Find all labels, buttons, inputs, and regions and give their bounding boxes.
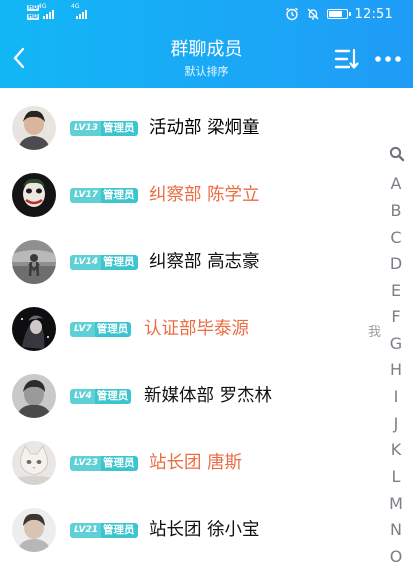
index-letter-m[interactable]: M xyxy=(384,494,408,514)
status-right: 12:51 xyxy=(285,6,393,22)
hd-tag-2: HD xyxy=(27,13,40,20)
member-name: 站长团 徐小宝 xyxy=(149,520,260,540)
role-tag: 管理员 xyxy=(94,322,132,337)
index-letter-n[interactable]: N xyxy=(384,520,408,540)
admin-badge: LV17 管理员 xyxy=(70,188,138,203)
avatar xyxy=(12,173,56,217)
index-letter-b[interactable]: B xyxy=(384,201,408,221)
more-dots-icon xyxy=(375,56,401,62)
list-item[interactable]: LV13 管理员 活动部 梁炯童 xyxy=(0,96,380,160)
list-item[interactable]: LV21 管理员 站长团 徐小宝 xyxy=(0,498,380,562)
role-tag: 管理员 xyxy=(101,188,138,203)
search-icon[interactable] xyxy=(389,146,405,162)
admin-badge: LV14 管理员 xyxy=(70,255,138,270)
index-letter-j[interactable]: J xyxy=(384,414,408,434)
index-letter-h[interactable]: H xyxy=(384,360,408,380)
more-button[interactable] xyxy=(374,50,402,68)
index-letter-d[interactable]: D xyxy=(384,254,408,274)
header-bar: HD HD 4G 4G 12:51 群聊成员 默认排序 xyxy=(0,0,413,88)
role-tag: 管理员 xyxy=(101,456,138,471)
member-name: 活动部 梁炯童 xyxy=(149,118,260,138)
role-tag: 管理员 xyxy=(101,255,138,270)
avatar xyxy=(12,441,56,485)
index-letter-e[interactable]: E xyxy=(384,281,408,301)
member-name: 认证部毕泰源 xyxy=(144,319,249,339)
alarm-icon xyxy=(285,7,298,21)
level-tag: LV4 xyxy=(70,389,95,404)
signal-bars-1-icon xyxy=(43,10,54,19)
sort-button[interactable] xyxy=(334,47,360,71)
admin-badge: LV7 管理员 xyxy=(70,322,132,337)
sort-icon xyxy=(334,48,359,69)
avatar xyxy=(12,374,56,418)
index-letter-c[interactable]: C xyxy=(384,228,408,248)
avatar xyxy=(12,240,56,284)
index-letter-l[interactable]: L xyxy=(384,467,408,487)
role-tag: 管理员 xyxy=(101,523,138,538)
battery-icon xyxy=(326,9,351,19)
admin-badge: LV23 管理员 xyxy=(70,456,138,471)
role-tag: 管理员 xyxy=(94,389,132,404)
index-letter-f[interactable]: F xyxy=(384,307,408,327)
level-tag: LV13 xyxy=(70,121,101,136)
list-item[interactable]: LV7 管理员 认证部毕泰源 xyxy=(0,297,380,361)
me-index-hint: 我 xyxy=(368,325,382,340)
index-letter-o[interactable]: O xyxy=(384,547,408,567)
mute-bell-icon xyxy=(307,8,318,20)
list-item[interactable]: LV17 管理员 纠察部 陈学立 xyxy=(0,163,380,227)
list-item[interactable]: LV14 管理员 纠察部 高志豪 xyxy=(0,230,380,294)
member-name: 纠察部 陈学立 xyxy=(149,185,260,205)
level-tag: LV23 xyxy=(70,456,101,471)
index-letter-k[interactable]: K xyxy=(384,440,408,460)
member-name: 纠察部 高志豪 xyxy=(149,252,260,272)
level-tag: LV17 xyxy=(70,188,101,203)
avatar xyxy=(12,508,56,552)
status-bar: HD HD 4G 4G 12:51 xyxy=(0,0,413,28)
avatar xyxy=(12,106,56,150)
member-name: 站长团 唐斯 xyxy=(149,453,243,473)
level-tag: LV7 xyxy=(70,322,95,337)
list-item[interactable]: LV4 管理员 新媒体部 罗杰林 xyxy=(0,364,380,428)
avatar xyxy=(12,307,56,351)
index-letter-g[interactable]: G xyxy=(384,334,408,354)
admin-badge: LV21 管理员 xyxy=(70,523,138,538)
admin-badge: LV4 管理员 xyxy=(70,389,132,404)
list-item[interactable]: LV23 管理员 站长团 唐斯 xyxy=(0,431,380,495)
index-letter-a[interactable]: A xyxy=(384,174,408,194)
level-tag: LV21 xyxy=(70,523,101,538)
admin-badge: LV13 管理员 xyxy=(70,121,138,136)
clock: 12:51 xyxy=(354,6,393,22)
member-name: 新媒体部 罗杰林 xyxy=(144,386,273,406)
signal-indicators: HD HD 4G 4G xyxy=(27,4,97,23)
role-tag: 管理员 xyxy=(101,121,138,136)
index-letter-i[interactable]: I xyxy=(384,387,408,407)
signal-bars-2-icon xyxy=(76,10,87,19)
level-tag: LV14 xyxy=(70,255,101,270)
